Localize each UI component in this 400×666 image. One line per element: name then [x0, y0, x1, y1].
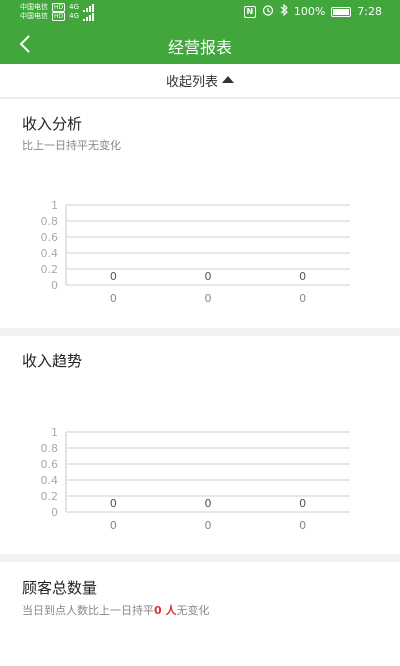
status-bar: 中国电信 HD 4G 中国电信 HD 4G N 100% 7:28 [0, 0, 400, 24]
income-analysis-y-tick-label: 0 [51, 279, 58, 292]
carrier-1-hd-badge: HD [52, 3, 66, 12]
customer-count-unit: 人 [161, 604, 177, 617]
page-title: 经营报表 [167, 38, 232, 57]
bluetooth-icon [280, 3, 288, 19]
income-analysis-data-label: 0 [205, 270, 212, 283]
carrier-1-name: 中国电信 [20, 3, 48, 11]
customer-count-suffix: 无变化 [176, 604, 210, 617]
income-trend-title: 收入趋势 [22, 352, 83, 370]
income-analysis-subtitle: 比上一日持平无变化 [22, 139, 121, 152]
app-bar: 经营报表 [0, 24, 400, 64]
income-trend-y-tick-label: 1 [51, 426, 58, 439]
income-trend-data-label: 0 [299, 497, 306, 510]
nfc-icon: N [243, 5, 256, 18]
income-trend-chart: 0 0.2 0.4 0.6 0.8 1 0 0 0 0 0 0 [20, 422, 370, 542]
income-analysis-x-tick-label: 0 [299, 292, 306, 305]
collapse-list-toggle[interactable]: 收起列表 [0, 64, 400, 98]
income-analysis-chart: 0 0.2 0.4 0.6 0.8 1 0 0 0 0 0 0 [20, 195, 370, 315]
alarm-icon [262, 4, 274, 19]
income-trend-y-tick-label: 0.8 [41, 442, 59, 455]
income-analysis-y-tick-label: 0.4 [41, 247, 59, 260]
battery-percent: 100% [293, 5, 326, 18]
income-trend-y-tick-label: 0 [51, 506, 58, 519]
income-analysis-card: 收入分析 比上一日持平无变化 0 0.2 0.4 0.6 0.8 1 0 0 0 0 0 0 [0, 99, 400, 328]
carrier-1-network: 4G [69, 3, 80, 11]
income-trend-card: 收入趋势 0 0.2 0.4 0.6 0.8 1 0 0 0 0 0 0 [0, 336, 400, 554]
income-analysis-y-tick-label: 1 [51, 199, 58, 212]
customer-count-title: 顾客总数量 [22, 579, 98, 597]
income-analysis-x-tick-label: 0 [110, 292, 117, 305]
income-analysis-chart-svg: 0 0.2 0.4 0.6 0.8 1 0 0 0 0 0 0 [41, 199, 350, 305]
income-trend-x-tick-label: 0 [299, 519, 306, 532]
income-trend-y-tick-label: 0.6 [41, 458, 59, 471]
income-analysis-title: 收入分析 [22, 115, 83, 133]
income-analysis-data-label: 0 [299, 270, 306, 283]
income-trend-data-label: 0 [110, 497, 117, 510]
income-analysis-data-label: 0 [110, 270, 117, 283]
carrier-2-network: 4G [69, 12, 80, 20]
clock: 7:28 [357, 5, 382, 18]
system-indicators: N 100% 7:28 [243, 3, 382, 19]
income-trend-y-tick-label: 0.4 [41, 474, 59, 487]
customer-count-value: 0 [154, 604, 162, 617]
income-trend-x-tick-label: 0 [205, 519, 212, 532]
income-trend-x-tick-label: 0 [110, 519, 117, 532]
income-analysis-y-tick-label: 0.2 [41, 263, 59, 276]
caret-up-icon [222, 76, 234, 83]
signal-2-icon [83, 12, 95, 21]
carrier-2-hd-badge: HD [52, 12, 66, 21]
battery-icon [331, 6, 352, 17]
customer-count-prefix: 当日到点人数比上一日持平 [22, 604, 154, 617]
income-analysis-y-tick-label: 0.6 [41, 231, 59, 244]
collapse-list-label: 收起列表 [165, 75, 218, 90]
customer-count-subtitle: 当日到点人数比上一日持平0 人无变化 [22, 602, 210, 618]
carrier-2-name: 中国电信 [20, 12, 48, 20]
income-analysis-y-tick-label: 0.8 [41, 215, 59, 228]
carrier-info: 中国电信 HD 4G 中国电信 HD 4G [20, 3, 95, 21]
signal-1-icon [83, 3, 95, 12]
income-trend-chart-svg: 0 0.2 0.4 0.6 0.8 1 0 0 0 0 0 0 [41, 426, 350, 532]
income-trend-y-tick-label: 0.2 [41, 490, 59, 503]
income-trend-data-label: 0 [205, 497, 212, 510]
income-analysis-x-tick-label: 0 [205, 292, 212, 305]
customer-count-card: 顾客总数量 当日到点人数比上一日持平0 人无变化 [0, 562, 400, 666]
